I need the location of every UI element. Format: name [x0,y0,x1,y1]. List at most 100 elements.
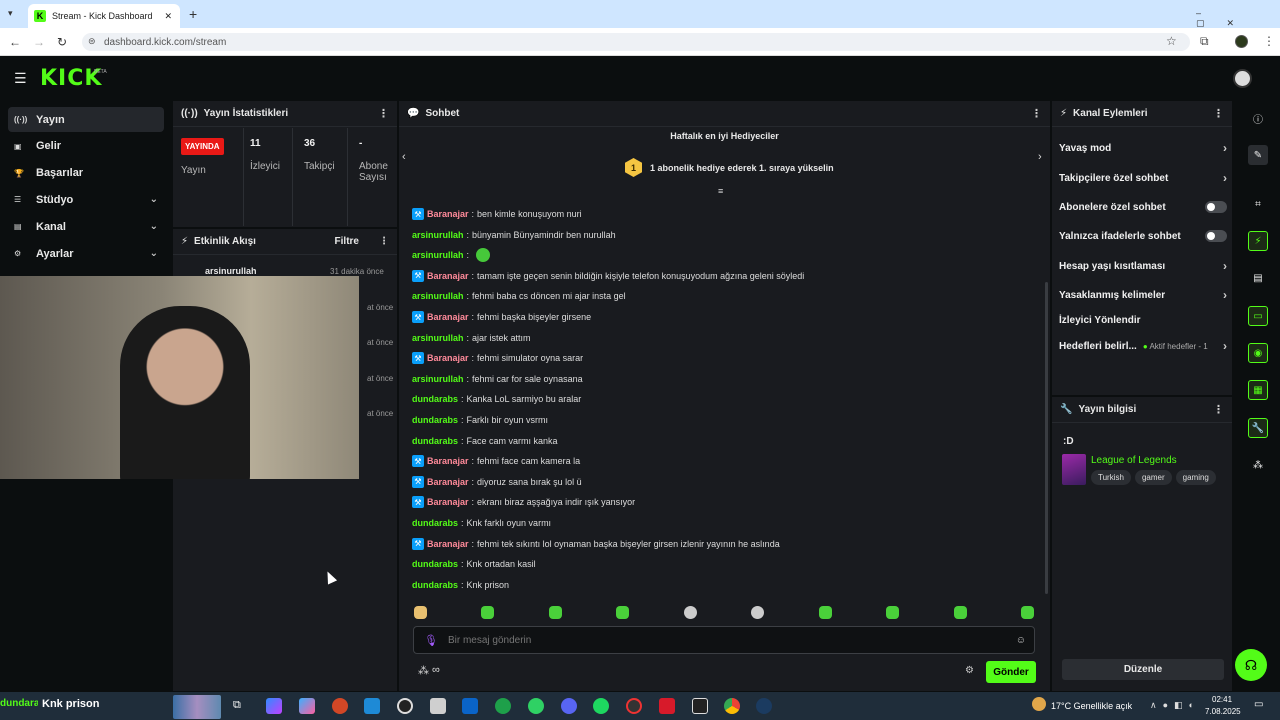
emote-2[interactable] [481,606,495,619]
gifters-next-icon[interactable]: › [1038,151,1042,163]
spotify-icon[interactable] [593,698,609,714]
users-rail-icon[interactable]: ⁂ [1248,455,1268,475]
chat-menu-icon[interactable]: ⋮ [1031,107,1042,120]
sidebar-item-2[interactable]: ▣ Gelir [8,134,164,159]
pinned-toggle-icon[interactable]: ≡ [718,186,723,196]
edit-stream-info-button[interactable]: Düzenle [1062,659,1224,680]
send-button[interactable]: Gönder [986,661,1036,683]
emote-1[interactable] [414,606,427,619]
chevron-right-icon[interactable]: › [1223,171,1227,185]
sidebar-item-1[interactable]: ((·)) Yayın [8,107,164,132]
sidebar-item-6[interactable]: ⚙ Ayarlar ⌄ [8,241,164,266]
sidebar-item-5[interactable]: ▤ Kanal ⌄ [8,214,164,239]
chat-username[interactable]: arsinurullah [412,291,464,301]
category-name[interactable]: League of Legends [1091,455,1177,466]
chat-username[interactable]: Baranajar [427,497,469,507]
chevron-down-icon[interactable]: ⌄ [150,248,158,259]
chat-username[interactable]: Baranajar [427,539,469,549]
chat-username[interactable]: arsinurullah [412,250,464,260]
browser-tab[interactable]: K Stream - Kick Dashboard ✕ [28,4,180,28]
users-icon[interactable]: ⁂ [418,664,429,677]
channel-action-6[interactable]: Yasaklanmış kelimeler › [1059,285,1227,305]
chat-input[interactable]: 🎙 ☺ [413,626,1035,654]
chat-username[interactable]: dundarabs [412,559,458,569]
emote-9[interactable] [953,606,967,619]
emote-5[interactable] [683,606,697,619]
channel-action-7[interactable]: İzleyici Yönlendir [1059,310,1227,330]
crop-icon[interactable]: ⌗ [1248,194,1268,214]
channel-action-8[interactable]: Hedefleri belirl... ● Aktif hedefler - 1 › [1059,336,1227,356]
vscode-icon[interactable] [364,698,380,714]
chat-username[interactable]: Baranajar [427,209,469,219]
store-icon[interactable] [430,698,446,714]
activity-filter-button[interactable]: Filtre [335,236,359,247]
obs-icon[interactable] [397,698,413,714]
reload-icon[interactable]: ↻ [57,35,67,49]
site-info-icon[interactable]: ⊜ [88,36,96,47]
toggle-switch[interactable] [1205,201,1227,213]
chat-username[interactable]: dundarabs [412,415,458,425]
gifters-prev-icon[interactable]: ‹ [402,151,406,163]
channel-action-4[interactable]: Yalnızca ifadelerle sohbet [1059,226,1227,246]
chevron-right-icon[interactable]: › [1223,259,1227,273]
chat-username[interactable]: Baranajar [427,312,469,322]
info-icon[interactable]: ⓘ [1248,108,1268,128]
chevron-down-icon[interactable]: ⌄ [150,221,158,232]
chat-message-field[interactable] [447,634,988,646]
game-icon[interactable] [659,698,675,714]
chat-username[interactable]: Baranajar [427,353,469,363]
user-avatar[interactable] [1233,69,1252,88]
back-icon[interactable]: ← [9,35,21,49]
chat-username[interactable]: Baranajar [427,271,469,281]
chat-username[interactable]: arsinurullah [412,230,464,240]
actions-menu-icon[interactable]: ⋮ [1213,107,1224,120]
stream-info-menu-icon[interactable]: ⋮ [1213,403,1224,416]
profile-avatar[interactable] [1235,35,1248,48]
powerpoint-icon[interactable] [332,698,348,714]
xbox-icon[interactable] [495,698,511,714]
emote-7[interactable] [818,606,832,619]
emote-10[interactable] [1020,606,1034,619]
emote-3[interactable] [548,606,562,619]
emoji-picker-icon[interactable]: ☺ [1016,635,1026,646]
chat-username[interactable]: dundarabs [412,436,458,446]
outlook-icon[interactable] [462,698,478,714]
chat-username[interactable]: arsinurullah [412,374,464,384]
chat-settings-icon[interactable]: ⚙ [965,665,974,676]
document-icon[interactable]: ▤ [1248,268,1268,288]
tray-icons[interactable]: ∧●◧◐ [1150,700,1200,711]
office-icon[interactable] [299,698,315,714]
chevron-right-icon[interactable]: › [1223,288,1227,302]
infinity-icon[interactable]: ∞ [432,664,440,677]
pencil-icon[interactable]: ✎ [1248,145,1268,165]
tab-search-icon[interactable]: ▾ [8,8,20,20]
emote-6[interactable] [751,606,765,619]
chat-username[interactable]: dundarabs [412,580,458,590]
layout-icon[interactable]: ▦ [1248,380,1268,400]
flash-icon[interactable]: ⚡ [1248,231,1268,251]
copilot-icon[interactable] [266,698,282,714]
sidebar-item-4[interactable]: ☰ Stüdyo ⌄ [8,187,164,212]
extensions-icon[interactable]: ⧉ [1200,34,1209,49]
channel-action-5[interactable]: Hesap yaşı kısıtlaması › [1059,256,1227,276]
chat-scrollbar[interactable] [1045,282,1048,594]
chat-bubble-icon[interactable]: ▭ [1248,306,1268,326]
emote-4[interactable] [616,606,630,619]
browser-menu-icon[interactable]: ⋮ [1263,34,1275,48]
microphone-icon[interactable]: 🎙 [424,634,438,647]
sidebar-item-3[interactable]: 🏆 Başarılar [8,161,164,186]
chat-username[interactable]: arsinurullah [412,333,464,343]
channel-action-1[interactable]: Yavaş mod › [1059,138,1227,158]
steam-icon[interactable] [756,698,772,714]
chevron-right-icon[interactable]: › [1223,339,1227,353]
chrome-icon[interactable] [724,698,740,714]
emote-8[interactable] [886,606,900,619]
channel-action-3[interactable]: Abonelere özel sohbet [1059,197,1227,217]
hamburger-menu-icon[interactable]: ☰ [14,70,27,87]
broadcast-rail-icon[interactable]: ◉ [1248,343,1268,363]
epic-icon[interactable] [692,698,708,714]
stats-menu-icon[interactable]: ⋮ [378,107,389,120]
bookmark-star-icon[interactable]: ☆ [1166,34,1177,48]
steam-alt-icon[interactable] [626,698,642,714]
activity-menu-icon[interactable]: ⋮ [379,236,389,247]
